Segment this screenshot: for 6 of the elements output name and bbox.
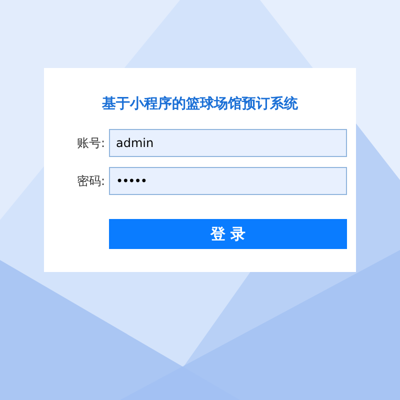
login-button[interactable]: 登 录 xyxy=(109,219,347,249)
page-title: 基于小程序的篮球场馆预订系统 xyxy=(102,94,298,114)
field-label: 密码: xyxy=(76,173,105,190)
password-field[interactable]: ••••• xyxy=(109,167,347,195)
field-label: 账号: xyxy=(76,135,105,152)
username-field[interactable]: admin xyxy=(109,129,347,157)
